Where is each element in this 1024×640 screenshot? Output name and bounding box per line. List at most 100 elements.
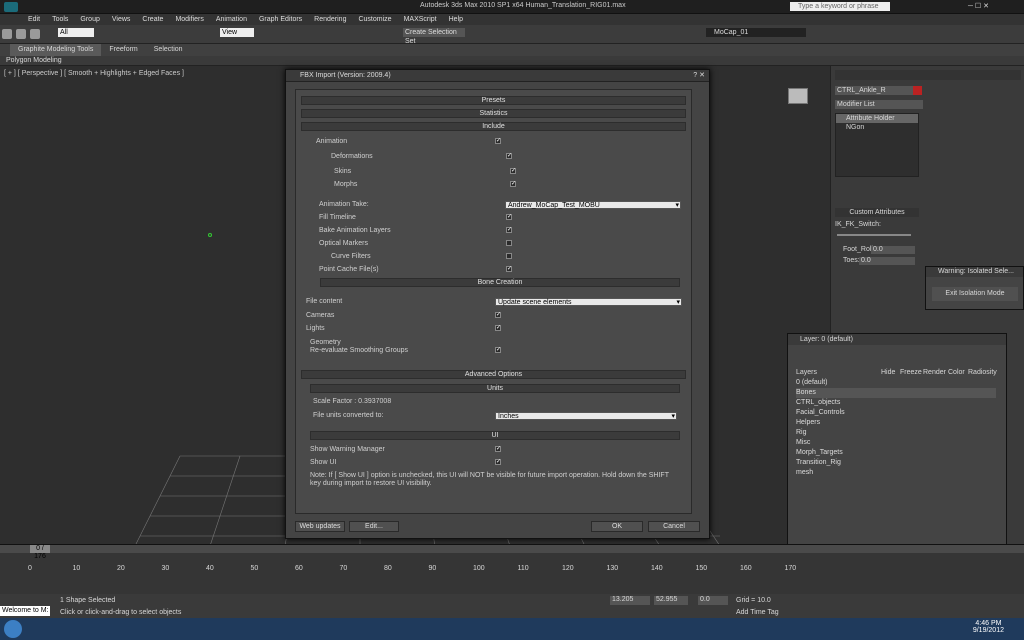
stack-item-attr[interactable]: Attribute Holder xyxy=(836,114,918,123)
exit-isolation-button[interactable]: Exit Isolation Mode xyxy=(932,287,1018,301)
lights-label: Lights xyxy=(306,325,325,332)
unlink-icon[interactable] xyxy=(16,29,26,39)
file-content-dropdown[interactable]: Update scene elements ▾ xyxy=(495,298,682,306)
layer-row[interactable]: CTRL_objects xyxy=(796,398,996,408)
object-name-field[interactable]: CTRL_Ankle_R xyxy=(835,86,913,95)
presets-rollout[interactable]: Presets xyxy=(301,96,686,105)
tab-freeform[interactable]: Freeform xyxy=(101,44,145,56)
bind-icon[interactable] xyxy=(30,29,40,39)
units-rollout[interactable]: Units xyxy=(310,384,680,393)
time-slider-track[interactable]: 0 / 176 xyxy=(0,545,1024,560)
tab-selection[interactable]: Selection xyxy=(146,44,191,56)
search-input[interactable]: Type a keyword or phrase xyxy=(790,2,890,11)
app-logo-icon[interactable] xyxy=(4,2,18,12)
menu-group[interactable]: Group xyxy=(74,14,105,25)
show-ui-checkbox[interactable]: ✓ xyxy=(495,459,501,465)
ok-button[interactable]: OK xyxy=(591,521,643,532)
foot-roll-spinner[interactable]: 0.0 xyxy=(871,246,915,254)
reference-coord[interactable]: View xyxy=(220,28,254,37)
ik-fk-slider[interactable] xyxy=(837,234,911,236)
optical-checkbox[interactable] xyxy=(506,240,512,246)
custom-attrs-rollout[interactable]: Custom Attributes xyxy=(835,208,919,217)
lights-checkbox[interactable]: ✓ xyxy=(495,325,501,331)
modifier-stack: Attribute Holder NGon xyxy=(835,113,919,177)
show-warning-checkbox[interactable]: ✓ xyxy=(495,446,501,452)
bone-creation-rollout[interactable]: Bone Creation xyxy=(320,278,680,287)
animation-checkbox[interactable]: ✓ xyxy=(495,138,501,144)
include-rollout[interactable]: Include xyxy=(301,122,686,131)
layer-dropdown[interactable]: MoCap_01 xyxy=(706,28,806,37)
deformations-checkbox[interactable]: ✓ xyxy=(506,153,512,159)
y-coord[interactable]: 52.955 xyxy=(654,596,688,605)
shape-marker[interactable] xyxy=(208,233,212,237)
units-dropdown[interactable]: Inches ▾ xyxy=(495,412,677,420)
curve-filters-checkbox[interactable] xyxy=(506,253,512,259)
menu-edit[interactable]: Edit xyxy=(22,14,46,25)
x-coord[interactable]: 13.205 xyxy=(610,596,650,605)
maxscript-listener[interactable]: Welcome to M: xyxy=(0,606,50,616)
layer-row[interactable]: mesh xyxy=(796,468,996,478)
menu-help[interactable]: Help xyxy=(443,14,469,25)
skins-checkbox[interactable]: ✓ xyxy=(510,168,516,174)
stack-item-ngon[interactable]: NGon xyxy=(836,123,918,132)
optical-label: Optical Markers xyxy=(319,240,369,247)
clock-time: 4:46 PM xyxy=(975,620,1002,627)
menu-create[interactable]: Create xyxy=(136,14,169,25)
ui-rollout[interactable]: UI xyxy=(310,431,680,440)
ui-note: Note: If [ Show UI ] option is unchecked… xyxy=(310,472,669,487)
modifier-list[interactable]: Modifier List xyxy=(835,100,923,109)
viewport-label[interactable]: [ + ] [ Perspective ] [ Smooth + Highlig… xyxy=(4,70,184,77)
point-cache-checkbox[interactable]: ✓ xyxy=(506,266,512,272)
web-updates-button[interactable]: Web updates xyxy=(295,521,345,532)
menu-graph-editors[interactable]: Graph Editors xyxy=(253,14,308,25)
menu-tools[interactable]: Tools xyxy=(46,14,74,25)
link-icon[interactable] xyxy=(2,29,12,39)
menu-customize[interactable]: Customize xyxy=(352,14,397,25)
selection-filter[interactable]: All xyxy=(58,28,94,37)
layer-row[interactable]: Morph_Targets xyxy=(796,448,996,458)
layer-row[interactable]: Helpers xyxy=(796,418,996,428)
viewcube-icon[interactable] xyxy=(788,88,808,104)
reeval-label: Re-evaluate Smoothing Groups xyxy=(310,347,409,354)
menu-views[interactable]: Views xyxy=(106,14,137,25)
cameras-checkbox[interactable]: ✓ xyxy=(495,312,501,318)
morphs-checkbox[interactable]: ✓ xyxy=(510,181,516,187)
timeline[interactable]: 0 / 176 0 10 20 30 40 50 60 70 80 90 100 110 120 130 1… xyxy=(0,544,1024,594)
edit-button[interactable]: Edit... xyxy=(349,521,399,532)
layer-row[interactable]: Bones xyxy=(796,388,996,398)
anim-take-dropdown[interactable]: Andrew_MoCap_Test_MOBU ▾ xyxy=(505,201,681,209)
window-controls[interactable]: ─ ☐ ✕ xyxy=(968,2,989,10)
layer-row[interactable]: Transition_Rig xyxy=(796,458,996,468)
named-selection-set[interactable]: Create Selection Set xyxy=(403,28,465,45)
menu-rendering[interactable]: Rendering xyxy=(308,14,352,25)
curve-filters-label[interactable]: Curve Filters xyxy=(331,253,371,261)
statistics-rollout[interactable]: Statistics xyxy=(301,109,686,118)
menu-modifiers[interactable]: Modifiers xyxy=(169,14,209,25)
fill-timeline-checkbox[interactable]: ✓ xyxy=(506,214,512,220)
layer-name: Rig xyxy=(796,429,807,436)
advanced-rollout[interactable]: Advanced Options xyxy=(301,370,686,379)
clock[interactable]: 4:46 PM 9/19/2012 xyxy=(973,620,1004,634)
timeline-tick: 40 xyxy=(206,565,214,572)
cancel-button[interactable]: Cancel xyxy=(648,521,700,532)
start-button-icon[interactable] xyxy=(4,620,22,638)
z-coord[interactable]: 0.0 xyxy=(698,596,728,605)
layer-row[interactable]: 0 (default) xyxy=(796,378,996,388)
dialog-controls[interactable]: ? ✕ xyxy=(693,71,705,79)
chevron-down-icon: ▾ xyxy=(676,299,680,306)
menu-animation[interactable]: Animation xyxy=(210,14,253,25)
add-time-tag[interactable]: Add Time Tag xyxy=(736,609,779,616)
time-slider-handle[interactable]: 0 / 176 xyxy=(30,545,50,560)
command-tabs[interactable] xyxy=(835,70,1021,80)
tab-graphite[interactable]: Graphite Modeling Tools xyxy=(10,44,102,56)
polygon-modeling-label[interactable]: Polygon Modeling xyxy=(0,57,62,64)
layer-row[interactable]: Misc xyxy=(796,438,996,448)
toes-spinner[interactable]: 0.0 xyxy=(859,257,915,265)
reeval-checkbox[interactable]: ✓ xyxy=(495,347,501,353)
menu-maxscript[interactable]: MAXScript xyxy=(398,14,443,25)
bake-checkbox[interactable]: ✓ xyxy=(506,227,512,233)
layer-row[interactable]: Facial_Controls xyxy=(796,408,996,418)
timeline-tick: 0 xyxy=(28,565,32,572)
layer-row[interactable]: Rig xyxy=(796,428,996,438)
object-color-swatch[interactable] xyxy=(913,86,922,95)
